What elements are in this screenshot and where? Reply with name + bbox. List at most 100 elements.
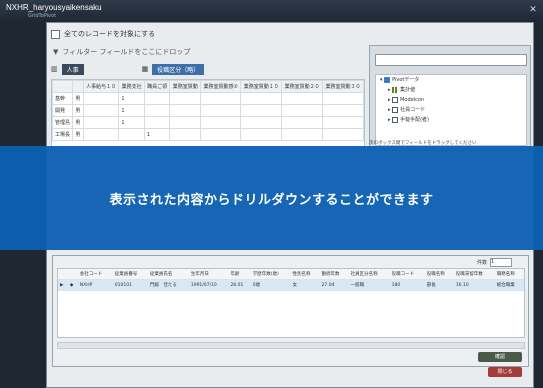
grid-cell — [200, 104, 242, 117]
grid-cell — [322, 128, 364, 141]
detail-cell: 0歳 — [250, 279, 291, 291]
grid-cell: 1 — [118, 92, 145, 105]
detail-header: 勤続年数 — [319, 269, 349, 280]
ok-button[interactable]: 確認 — [478, 352, 522, 362]
table-icon — [392, 116, 399, 123]
row-field-bar: ▥ 人事 ▦ 役職区分（略） — [51, 63, 363, 75]
detail-cell: 180 — [389, 279, 425, 291]
grid-cell — [143, 92, 171, 105]
detail-header: 生年月日 — [188, 269, 229, 280]
detail-header: 従業員氏名 — [147, 269, 189, 280]
show-all-label: 全てのレコードを対象にする — [64, 30, 156, 38]
column-field-chip[interactable]: 役職区分（略） — [152, 63, 205, 75]
field-list-panel: ▾ Pivotデータ ▸ 集計値 ▸ Modelcon ▸ 社員コード ▸ 手錠… — [369, 45, 531, 151]
grid-cell — [143, 116, 171, 129]
tree-node-measures[interactable]: ▸ 集計値 — [376, 85, 526, 95]
close-icon[interactable]: ✕ — [528, 5, 538, 15]
grid-cell: 開発 — [51, 104, 74, 117]
grid-cell — [281, 92, 324, 105]
grid-cell — [200, 92, 242, 105]
grid-cell — [118, 128, 145, 141]
grid-row[interactable]: 管理島 男 1 — [51, 116, 364, 129]
grid-cell — [240, 116, 283, 129]
detail-header: 職務名称 — [494, 269, 524, 280]
show-all-checkbox[interactable] — [51, 29, 60, 39]
table-icon — [392, 96, 399, 103]
grid-header — [51, 80, 74, 93]
window-titlebar: NXHR_haryousyaikensaku GridToPivot ✕ — [0, 0, 543, 22]
horizontal-scrollbar[interactable] — [57, 342, 525, 349]
grid-cell — [281, 104, 324, 117]
grid-cell — [143, 104, 171, 117]
grid-header: 職員ご領 — [143, 80, 171, 93]
window-subtitle: GridToPivot — [28, 13, 57, 19]
overlay-text: 表示された内容からドリルダウンすることができます — [109, 192, 434, 208]
grid-cell — [322, 104, 364, 117]
row-marker-icon: ◆ — [67, 279, 78, 291]
grid-cell — [82, 116, 120, 129]
detail-cell: 27.04 — [319, 279, 349, 291]
grid-cell: 工場長 — [51, 128, 74, 141]
grid-header: 業務支社 — [118, 80, 145, 93]
grid-cell — [240, 128, 283, 141]
tree-node-pivot-data[interactable]: ▾ Pivotデータ — [376, 75, 526, 85]
tree-node-label: Pivotデータ — [392, 77, 420, 83]
detail-cell: 一般職 — [348, 279, 390, 291]
detail-row[interactable]: ▶ ◆ NXHP 010101 門脇 佳たる 1991/07/10 28.01 … — [58, 279, 524, 291]
tutorial-overlay-banner: 表示された内容からドリルダウンすることができます — [0, 146, 543, 250]
detail-cell: 門脇 佳たる — [147, 279, 189, 291]
detail-table: 会社コード 従業員番号 従業員氏名 生年月日 年齢 学歴年数(歳) 性別名称 勤… — [57, 268, 525, 338]
tree-node-employee-code[interactable]: ▸ 社員コード — [376, 105, 526, 115]
detail-header-row: 会社コード 従業員番号 従業員氏名 生年月日 年齢 学歴年数(歳) 性別名称 勤… — [58, 269, 524, 280]
detail-header: 従業員番号 — [112, 269, 148, 280]
grid-cell — [322, 116, 364, 129]
grid-row[interactable]: 工場長 男 1 — [51, 128, 364, 141]
row-field-chip[interactable]: 人事 — [61, 63, 84, 75]
grid-cell — [281, 128, 324, 141]
grid-cell: 男 — [72, 92, 84, 105]
detail-header: 会社コード — [77, 269, 113, 280]
show-all-option[interactable]: 全てのレコードを対象にする — [51, 29, 155, 39]
grid-header: 業務室質動１０ — [240, 80, 283, 93]
grid-header-row: 人事給与１０ 業務支社 職員ご領 業務室質動 業務室質動感② 業務室質動１０ 業… — [51, 80, 364, 93]
grid-cell — [82, 92, 120, 105]
grid-header: 人事給与１０ — [82, 80, 120, 93]
detail-cell: 28.01 — [228, 279, 251, 291]
tree-node-item[interactable]: ▸ 手錠手配(者) — [376, 115, 526, 125]
detail-cell: 16.10 — [453, 279, 495, 291]
grid-row[interactable]: 開発 男 1 — [51, 104, 364, 117]
filter-drop-zone[interactable]: ▼ フィルター フィールドをここにドロップ — [53, 47, 190, 57]
detail-cell: 総合職業 — [494, 279, 524, 291]
grid-cell — [281, 116, 324, 129]
filter-icon: ▼ — [53, 48, 59, 56]
grid-header: 業務室質動２０ — [281, 80, 324, 93]
record-count-value: 1 — [490, 258, 513, 267]
detail-cell: 1991/07/10 — [188, 279, 229, 291]
tree-node-model[interactable]: ▸ Modelcon — [376, 95, 526, 105]
detail-header: 年齢 — [228, 269, 251, 280]
field-search-input[interactable] — [375, 54, 527, 66]
grid-row[interactable]: 基幹 男 1 — [51, 92, 364, 105]
record-count: 件数 1 — [477, 258, 513, 267]
detail-header: 役職コード — [389, 269, 425, 280]
grid-header: 業務室質動 — [169, 80, 202, 93]
grid-header: 業務室質動感② — [200, 80, 242, 93]
close-button[interactable]: 閉じる — [488, 367, 522, 377]
record-count-label: 件数 — [477, 260, 488, 266]
grid-cell — [82, 128, 120, 141]
grid-cell — [240, 104, 283, 117]
row-expand-icon[interactable]: ▶ — [58, 279, 68, 291]
grid-header — [72, 80, 84, 93]
detail-cell: 女 — [290, 279, 320, 291]
grid-cell — [169, 128, 202, 141]
grid-cell — [169, 116, 202, 129]
row-field-icon: ▥ — [51, 65, 58, 73]
grid-cell: 1 — [118, 116, 145, 129]
tree-node-label: Modelcon — [400, 97, 425, 103]
window-title: NXHR_haryousyaikensaku — [6, 3, 102, 12]
cube-icon — [384, 76, 391, 83]
grid-cell: 男 — [72, 104, 84, 117]
grid-cell: 管理島 — [51, 116, 74, 129]
detail-header: 役職名称 — [424, 269, 454, 280]
pivot-grid: 人事給与１０ 業務支社 職員ご領 業務室質動 業務室質動感② 業務室質動１０ 業… — [51, 79, 365, 151]
